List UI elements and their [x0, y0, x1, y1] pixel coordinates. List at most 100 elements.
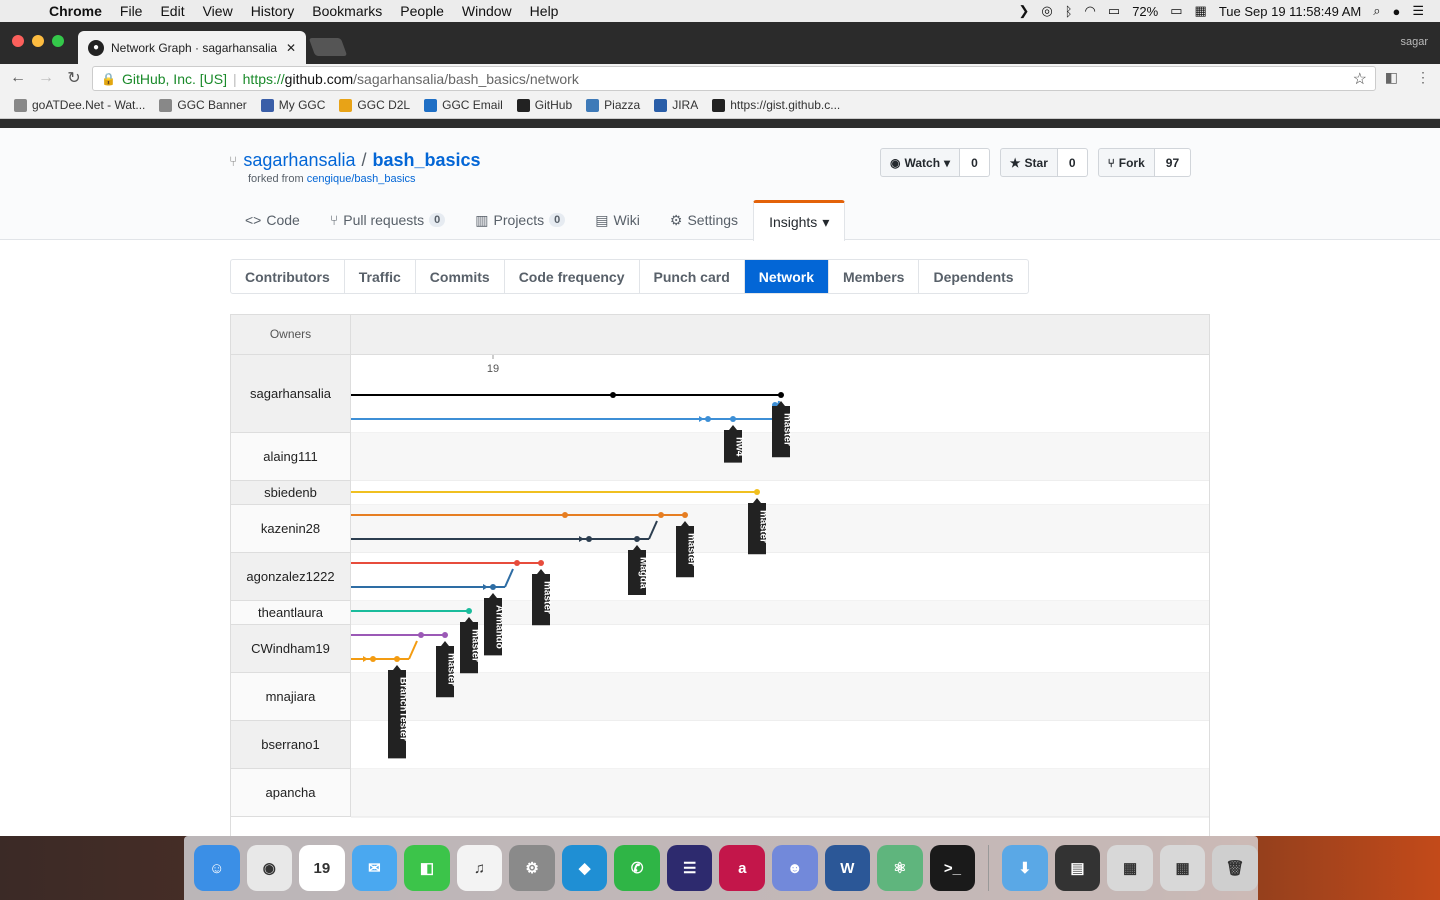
watch-button[interactable]: ◉ Watch ▾ [880, 148, 961, 177]
dock-system-preferences-icon[interactable]: ⚙ [509, 845, 555, 891]
flag-icon[interactable]: ▦ [1195, 3, 1207, 19]
bookmark-item[interactable]: JIRA [654, 98, 698, 112]
menu-people[interactable]: People [391, 3, 453, 19]
tab-wiki[interactable]: ▤ Wiki [580, 200, 655, 240]
battery-percent[interactable]: 72% [1132, 4, 1158, 19]
menu-window[interactable]: Window [453, 3, 521, 19]
owner-row[interactable]: CWindham19 [231, 625, 351, 673]
dock-acrobat-icon[interactable]: a [719, 845, 766, 891]
menu-edit[interactable]: Edit [151, 3, 193, 19]
subnav-dependents[interactable]: Dependents [919, 260, 1027, 293]
bookmark-item[interactable]: GitHub [516, 98, 572, 112]
notification-center-icon[interactable]: ☰ [1412, 3, 1424, 19]
bookmark-star-icon[interactable]: ☆ [1353, 69, 1375, 89]
subnav-network[interactable]: Network [744, 260, 829, 293]
forked-from-link[interactable]: cengique/bash_basics [307, 173, 416, 185]
dock-word-icon[interactable]: W [824, 845, 871, 891]
owner-row[interactable]: agonzalez1222 [231, 553, 351, 601]
owner-row[interactable]: kazenin28 [231, 505, 351, 553]
subnav-code-frequency[interactable]: Code frequency [505, 260, 640, 293]
bookmark-item[interactable]: GGC Email [424, 98, 503, 112]
back-icon[interactable]: ← [4, 69, 32, 87]
bluetooth-icon[interactable]: ᛒ [1065, 4, 1073, 19]
owner-row[interactable]: apancha [231, 769, 351, 817]
dock-calendar-icon[interactable]: 19 [299, 845, 345, 891]
tab-insights[interactable]: Insights ▾ [753, 200, 846, 241]
dock-downloads-icon[interactable]: ⬇ [1002, 845, 1048, 891]
close-tab-icon[interactable]: ✕ [286, 41, 296, 55]
bookmark-item[interactable]: https://gist.github.c... [712, 98, 840, 112]
bookmark-item[interactable]: GGC Banner [159, 98, 247, 112]
dock-finder-icon[interactable]: ☺ [194, 845, 240, 891]
airplay-icon[interactable]: ▭ [1108, 3, 1120, 19]
battery-icon[interactable]: ▭ [1170, 3, 1182, 19]
spotlight-icon[interactable]: ⌕ [1373, 3, 1380, 19]
repo-owner-link[interactable]: sagarhansalia [243, 150, 355, 171]
dock-atom-icon[interactable]: ⚛ [877, 845, 923, 891]
owner-row[interactable]: theantlaura [231, 601, 351, 625]
dock-screenshot-3-icon[interactable]: ▦ [1159, 845, 1206, 891]
dock-kodi-icon[interactable]: ◆ [561, 845, 608, 891]
dock-itunes-icon[interactable]: ♫ [456, 845, 503, 891]
bookmark-item[interactable]: goATDee.Net - Wat... [14, 98, 145, 112]
menu-file[interactable]: File [111, 3, 152, 19]
dock-chrome-icon[interactable]: ◉ [246, 845, 293, 891]
clock[interactable]: Tue Sep 19 11:58:49 AM [1219, 4, 1361, 19]
bookmark-item[interactable]: GGC D2L [339, 98, 410, 112]
menu-view[interactable]: View [194, 3, 242, 19]
minimize-window-button[interactable] [32, 35, 44, 47]
active-tab[interactable]: ● Network Graph · sagarhansalia ✕ [78, 31, 306, 64]
url[interactable]: https://github.com/sagarhansalia/bash_ba… [243, 71, 579, 87]
extension-icon[interactable]: ◧ [1385, 69, 1398, 86]
new-tab-button[interactable] [308, 38, 348, 56]
wifi-icon[interactable]: ◠ [1085, 3, 1096, 19]
address-bar[interactable]: 🔒 GitHub, Inc. [US] | https://github.com… [92, 66, 1376, 91]
zoom-window-button[interactable] [52, 35, 64, 47]
secure-label[interactable]: GitHub, Inc. [US] [122, 71, 227, 87]
subnav-punch-card[interactable]: Punch card [640, 260, 745, 293]
more-menu-icon[interactable]: ⋮ [1416, 69, 1430, 86]
forward-icon[interactable]: → [32, 69, 60, 87]
menu-help[interactable]: Help [521, 3, 568, 19]
tab-pull-requests[interactable]: ⑂ Pull requests 0 [315, 200, 460, 240]
chevron-right-icon[interactable]: ❯ [1018, 3, 1029, 19]
owner-row[interactable]: mnajiara [231, 673, 351, 721]
subnav-contributors[interactable]: Contributors [231, 260, 345, 293]
owner-row[interactable]: sbiedenb [231, 481, 351, 505]
bookmark-item[interactable]: My GGC [260, 98, 325, 112]
fork-button[interactable]: ⑂ Fork [1097, 148, 1155, 177]
dock-facetime-icon[interactable]: ◧ [404, 845, 450, 891]
repo-name-link[interactable]: bash_basics [373, 150, 481, 171]
owner-row[interactable]: alaing111 [231, 433, 351, 481]
tab-settings[interactable]: ⚙ Settings [655, 200, 753, 240]
star-button[interactable]: ★ Star [999, 148, 1058, 177]
dock-screenshot-icon[interactable]: ▤ [1054, 845, 1101, 891]
dock-messages-icon[interactable]: ✉ [351, 845, 398, 891]
star-count[interactable]: 0 [1057, 148, 1088, 177]
dock-eclipse-icon[interactable]: ☰ [666, 845, 713, 891]
owner-row[interactable]: sagarhansalia [231, 355, 351, 433]
tab-projects[interactable]: ▥ Projects 0 [460, 200, 580, 240]
dock-terminal-icon[interactable]: >_ [929, 845, 976, 891]
menu-bookmarks[interactable]: Bookmarks [303, 3, 391, 19]
reload-icon[interactable]: ↻ [60, 68, 88, 88]
network-canvas[interactable]: 19 hw4 master master master Magda master Armand… [351, 315, 1209, 836]
owner-row[interactable]: bserrano1 [231, 721, 351, 769]
dock-trash-icon[interactable]: 🗑 [1212, 845, 1258, 891]
subnav-members[interactable]: Members [829, 260, 920, 293]
tab-code[interactable]: <> Code [230, 200, 315, 240]
profile-name[interactable]: sagar [1400, 36, 1428, 48]
lock-icon[interactable]: 🔒 [101, 72, 116, 86]
creative-cloud-icon[interactable]: ◎ [1041, 3, 1052, 19]
dock-whatsapp-icon[interactable]: ✆ [614, 845, 660, 891]
fork-count[interactable]: 97 [1154, 148, 1192, 177]
subnav-traffic[interactable]: Traffic [345, 260, 416, 293]
menu-app-name[interactable]: Chrome [40, 3, 111, 19]
watch-count[interactable]: 0 [960, 148, 990, 177]
bookmark-item[interactable]: Piazza [586, 98, 640, 112]
siri-icon[interactable]: ● [1392, 4, 1400, 19]
menu-history[interactable]: History [242, 3, 304, 19]
close-window-button[interactable] [12, 35, 24, 47]
dock-discord-icon[interactable]: ☻ [772, 845, 818, 891]
dock-screenshot-2-icon[interactable]: ▦ [1107, 845, 1153, 891]
